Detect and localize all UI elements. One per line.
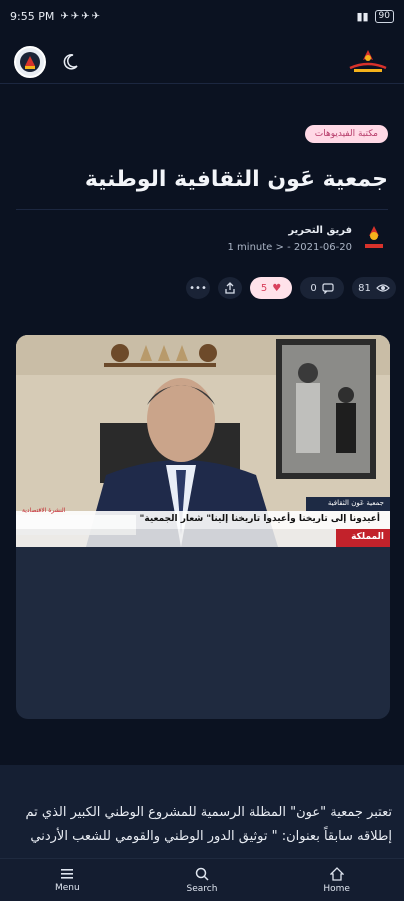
nav-home[interactable]: Home bbox=[297, 866, 377, 894]
battery-icon: 90 bbox=[374, 9, 394, 23]
video-badge: جمعية عَون الثقافية bbox=[327, 499, 384, 507]
bottom-navigation: Menu Search Home bbox=[0, 858, 404, 901]
signal-icon: ▮▮ bbox=[356, 9, 369, 23]
app-bar bbox=[0, 40, 404, 84]
article-date-line: 1 minute > - 2021-06-20 bbox=[228, 242, 352, 253]
author-name[interactable]: فريق التحرير bbox=[228, 225, 352, 236]
video-ticker: النشرة الاقتصادية bbox=[22, 507, 66, 514]
nav-menu[interactable]: Menu bbox=[27, 868, 107, 893]
comments-button[interactable]: 0 bbox=[300, 277, 344, 299]
article-content: مكتبة الفيديوهات جمعية عَون الثقافية الو… bbox=[0, 85, 404, 858]
notification-icons: ✈✈✈✈ bbox=[60, 10, 102, 22]
title-divider bbox=[16, 209, 388, 210]
video-caption: أعيدونا إلى تاريخنا وأعيدوا تاريخنا إلين… bbox=[139, 514, 380, 524]
search-icon bbox=[195, 867, 209, 881]
article-title: جمعية عَون الثقافية الوطنية bbox=[84, 167, 388, 192]
status-left: 9:55 PM ✈✈✈✈ bbox=[10, 10, 102, 23]
author-block: فريق التحرير 1 minute > - 2021-06-20 bbox=[228, 223, 388, 255]
heart-icon: ♥ bbox=[272, 282, 282, 294]
read-time: 1 minute bbox=[227, 242, 273, 253]
eye-icon bbox=[376, 284, 390, 292]
nav-menu-label: Menu bbox=[54, 882, 80, 893]
share-button[interactable] bbox=[218, 277, 242, 299]
app-bar-left bbox=[14, 45, 80, 78]
likes-count: 5 bbox=[260, 282, 268, 294]
more-icon: ••• bbox=[189, 282, 207, 294]
video-card: جمعية عَون الثقافية أعيدونا إلى تاريخنا … bbox=[16, 335, 390, 719]
author-meta: فريق التحرير 1 minute > - 2021-06-20 bbox=[228, 225, 352, 253]
menu-icon bbox=[61, 868, 74, 879]
dark-mode-icon[interactable] bbox=[60, 52, 80, 72]
status-right: ▮▮ 90 bbox=[356, 9, 394, 23]
comments-count: 0 bbox=[310, 282, 317, 294]
brand-logo-icon[interactable] bbox=[346, 48, 390, 76]
views-count: 81 bbox=[358, 282, 371, 294]
status-bar: 9:55 PM ✈✈✈✈ ▮▮ 90 bbox=[0, 0, 404, 32]
nav-home-label: Home bbox=[323, 883, 350, 894]
meta-separator: > - bbox=[275, 242, 294, 253]
article-body-section: تعتبر جمعية "عون" المظلة الرسمية للمشروع… bbox=[0, 765, 404, 858]
category-tag[interactable]: مكتبة الفيديوهات bbox=[304, 125, 388, 143]
status-time: 9:55 PM bbox=[10, 9, 55, 23]
profile-logo-icon[interactable] bbox=[14, 45, 46, 78]
publish-date: 2021-06-20 bbox=[293, 242, 352, 253]
article-actions: ••• 5 ♥ 0 81 bbox=[186, 277, 396, 299]
nav-search[interactable]: Search bbox=[162, 867, 242, 894]
more-options-button[interactable]: ••• bbox=[186, 277, 210, 299]
nav-search-label: Search bbox=[186, 883, 218, 894]
like-button[interactable]: 5 ♥ bbox=[250, 277, 292, 299]
share-icon bbox=[225, 282, 235, 294]
views-counter: 81 bbox=[352, 277, 396, 299]
article-body: تعتبر جمعية "عون" المظلة الرسمية للمشروع… bbox=[25, 805, 392, 844]
author-logo-icon bbox=[360, 223, 388, 255]
home-icon bbox=[329, 866, 344, 881]
comment-icon bbox=[322, 283, 334, 294]
video-player[interactable]: جمعية عَون الثقافية أعيدونا إلى تاريخنا … bbox=[16, 335, 390, 547]
channel-logo: المملكة bbox=[351, 532, 384, 542]
